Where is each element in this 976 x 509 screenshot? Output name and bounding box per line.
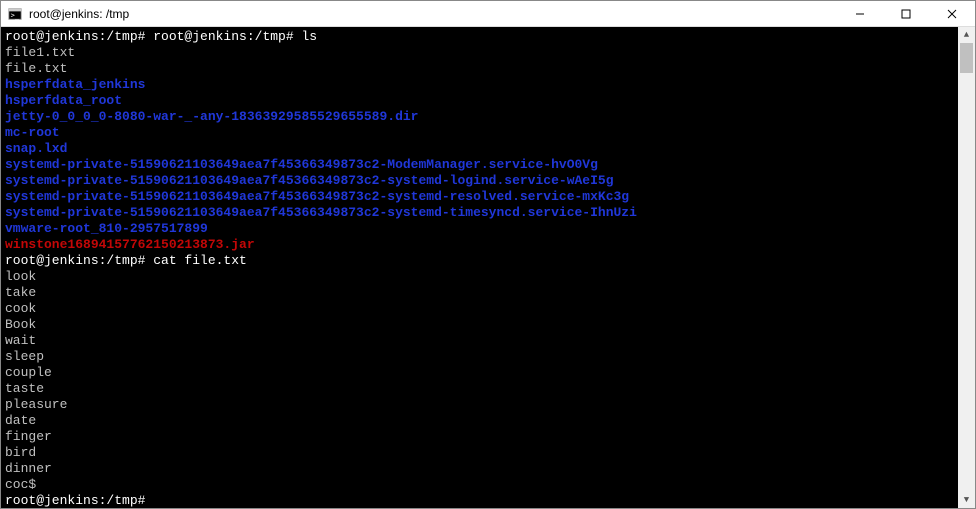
terminal-line: winstone16894157762150213873.jar (5, 237, 954, 253)
terminal-line: pleasure (5, 397, 954, 413)
terminal-line: hsperfdata_jenkins (5, 77, 954, 93)
terminal-line: mc-root (5, 125, 954, 141)
terminal-line: hsperfdata_root (5, 93, 954, 109)
window-controls (837, 1, 975, 26)
vertical-scrollbar[interactable]: ▲ ▼ (958, 27, 975, 508)
scroll-down-arrow[interactable]: ▼ (958, 492, 975, 508)
svg-text:>_: >_ (11, 11, 20, 19)
close-button[interactable] (929, 1, 975, 26)
window-title: root@jenkins: /tmp (29, 7, 837, 21)
terminal-area: root@jenkins:/tmp# root@jenkins:/tmp# ls… (1, 27, 975, 508)
terminal-line: finger (5, 429, 954, 445)
terminal-line: systemd-private-51590621103649aea7f45366… (5, 157, 954, 173)
terminal-line: cook (5, 301, 954, 317)
app-icon: >_ (7, 6, 23, 22)
terminal-line: dinner (5, 461, 954, 477)
terminal-line: file.txt (5, 61, 954, 77)
scroll-up-arrow[interactable]: ▲ (958, 27, 975, 43)
scrollbar-thumb[interactable] (960, 43, 973, 73)
terminal-line: systemd-private-51590621103649aea7f45366… (5, 205, 954, 221)
terminal-output[interactable]: root@jenkins:/tmp# root@jenkins:/tmp# ls… (1, 27, 958, 508)
terminal-line: root@jenkins:/tmp# root@jenkins:/tmp# ls (5, 29, 954, 45)
terminal-line: file1.txt (5, 45, 954, 61)
titlebar[interactable]: >_ root@jenkins: /tmp (1, 1, 975, 27)
terminal-line: wait (5, 333, 954, 349)
terminal-line: taste (5, 381, 954, 397)
terminal-line: take (5, 285, 954, 301)
terminal-line: systemd-private-51590621103649aea7f45366… (5, 173, 954, 189)
terminal-line: bird (5, 445, 954, 461)
terminal-line: coc$ (5, 477, 954, 493)
terminal-line: look (5, 269, 954, 285)
terminal-line: systemd-private-51590621103649aea7f45366… (5, 189, 954, 205)
terminal-line: jetty-0_0_0_0-8080-war-_-any-18363929585… (5, 109, 954, 125)
minimize-button[interactable] (837, 1, 883, 26)
terminal-line: Book (5, 317, 954, 333)
terminal-prompt[interactable]: root@jenkins:/tmp# (5, 493, 954, 508)
terminal-line: root@jenkins:/tmp# cat file.txt (5, 253, 954, 269)
terminal-window: >_ root@jenkins: /tmp root@jenkins:/tmp#… (0, 0, 976, 509)
terminal-line: couple (5, 365, 954, 381)
maximize-button[interactable] (883, 1, 929, 26)
terminal-line: snap.lxd (5, 141, 954, 157)
terminal-line: vmware-root_810-2957517899 (5, 221, 954, 237)
terminal-line: date (5, 413, 954, 429)
terminal-line: sleep (5, 349, 954, 365)
